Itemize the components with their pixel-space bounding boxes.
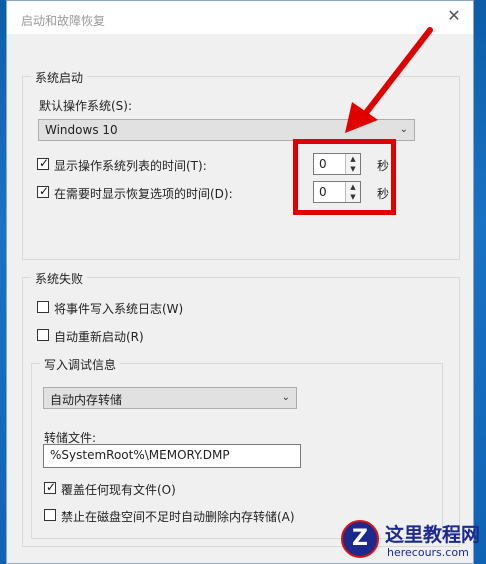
- logo-z-icon: Z: [341, 520, 379, 558]
- watermark-logo: Z 这里教程网 herecours.com: [337, 516, 486, 564]
- watermark-site-name: 这里教程网: [385, 524, 481, 546]
- annotation-arrow-icon: [345, 27, 433, 133]
- watermark-url: herecours.com: [387, 546, 469, 559]
